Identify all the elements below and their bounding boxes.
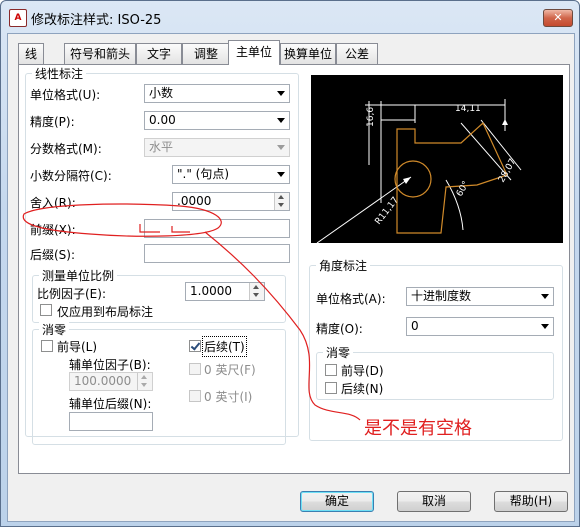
- preview-dim-angle: 60°: [455, 180, 472, 199]
- precision-label: 精度(P):: [30, 115, 75, 129]
- annotation-text: 是不是有空格: [364, 418, 472, 439]
- subunit-factor-stepper: 100.0000: [69, 372, 153, 391]
- unit-format-value: 小数: [149, 86, 174, 100]
- trailing-zero-label: 后续(T): [202, 336, 247, 357]
- scale-factor-value: 1.0000: [190, 284, 232, 298]
- measurement-scale-label: 测量单位比例: [39, 267, 118, 284]
- decimal-separator-combo[interactable]: "." (句点): [172, 165, 290, 184]
- round-off-stepper[interactable]: .0000: [172, 192, 290, 211]
- tab-text[interactable]: 文字: [136, 43, 182, 64]
- angular-trailing-label: 后续(N): [341, 382, 384, 396]
- precision-combo[interactable]: 0.00: [144, 111, 290, 130]
- preview-dim-left: 16,6: [366, 107, 376, 127]
- chevron-down-icon: [541, 294, 549, 299]
- linear-group-label: 线性标注: [32, 65, 87, 82]
- suffix-label: 后缀(S):: [30, 248, 76, 262]
- tab-symbols-arrows[interactable]: 符号和箭头: [64, 43, 136, 64]
- primary-units-panel: 线性标注 单位格式(U): 小数 精度(P): 0.00 分数格式(M): 水平…: [18, 64, 570, 474]
- angular-trailing-checkbox[interactable]: [325, 382, 337, 394]
- subunit-suffix-input[interactable]: [69, 412, 153, 431]
- tab-fit[interactable]: 调整: [182, 43, 230, 64]
- help-button[interactable]: 帮助(H): [494, 491, 568, 512]
- dimension-preview: 14,11 16,6 28,07 60° R11,17: [311, 75, 563, 244]
- fraction-format-value: 水平: [149, 140, 174, 154]
- preview-drawing: 14,11 16,6 28,07 60° R11,17: [316, 99, 522, 244]
- spin-arrows-icon[interactable]: [274, 193, 289, 210]
- zero-suppression-group: 消零 前导(L) 后续(T) 辅单位因子(B): 100.0000 0 英尺(F…: [32, 321, 286, 445]
- decimal-separator-label: 小数分隔符(C):: [30, 169, 112, 183]
- prefix-label: 前缀(X):: [30, 223, 76, 237]
- scale-factor-stepper[interactable]: 1.0000: [185, 282, 265, 301]
- angular-zero-suppression-group: 消零 前导(D) 后续(N): [316, 344, 554, 400]
- tab-tolerances[interactable]: 公差: [336, 43, 378, 64]
- scale-factor-label: 比例因子(E):: [37, 287, 106, 301]
- cancel-button[interactable]: 取消: [397, 491, 471, 512]
- feet-label: 0 英尺(F): [204, 363, 256, 377]
- tab-primary-units[interactable]: 主单位: [228, 40, 280, 65]
- inches-label: 0 英寸(I): [204, 390, 253, 404]
- title-bar[interactable]: A 修改标注样式: ISO-25 ✕: [1, 1, 579, 33]
- angular-precision-combo[interactable]: 0: [406, 317, 554, 336]
- suffix-input[interactable]: [144, 244, 290, 263]
- leading-zero-checkbox[interactable]: [41, 340, 53, 352]
- inches-checkbox: [189, 390, 201, 402]
- measurement-scale-group: 测量单位比例 比例因子(E): 1.0000 仅应用到布局标注: [32, 267, 286, 323]
- fraction-format-label: 分数格式(M):: [30, 142, 102, 156]
- angular-precision-value: 0: [411, 319, 419, 333]
- subunit-factor-value: 100.0000: [74, 374, 132, 388]
- spin-arrows-icon[interactable]: [249, 283, 264, 300]
- angular-leading-label: 前导(D): [341, 364, 384, 378]
- angular-zero-suppression-label: 消零: [323, 344, 354, 361]
- tab-lines[interactable]: 线: [18, 43, 44, 64]
- round-off-value: .0000: [177, 194, 212, 208]
- leading-zero-label: 前导(L): [57, 340, 98, 354]
- angular-unit-format-label: 单位格式(A):: [316, 292, 386, 306]
- precision-value: 0.00: [149, 113, 176, 127]
- zero-suppression-label: 消零: [39, 321, 70, 338]
- feet-checkbox: [189, 363, 201, 375]
- chevron-down-icon: [277, 145, 285, 150]
- spin-arrows-icon: [137, 373, 152, 390]
- angular-group-label: 角度标注: [316, 257, 371, 274]
- chevron-down-icon: [277, 118, 285, 123]
- chevron-down-icon: [277, 172, 285, 177]
- subunit-suffix-label: 辅单位后缀(N):: [69, 397, 152, 411]
- ok-button[interactable]: 确定: [300, 491, 374, 512]
- tab-alternate-units[interactable]: 换算单位: [280, 43, 336, 64]
- preview-dim-top: 14,11: [455, 104, 481, 114]
- angular-precision-label: 精度(O):: [316, 322, 363, 336]
- layout-only-label: 仅应用到布局标注: [57, 305, 154, 319]
- autocad-app-icon: A: [9, 9, 27, 27]
- close-button[interactable]: ✕: [543, 9, 573, 27]
- angular-unit-format-value: 十进制度数: [411, 289, 472, 303]
- angular-unit-format-combo[interactable]: 十进制度数: [406, 287, 554, 306]
- trailing-zero-checkbox[interactable]: [189, 340, 201, 352]
- chevron-down-icon: [541, 324, 549, 329]
- unit-format-label: 单位格式(U):: [30, 88, 101, 102]
- fraction-format-combo: 水平: [144, 138, 290, 157]
- angular-leading-checkbox[interactable]: [325, 364, 337, 376]
- dialog-client: 线 符号和箭头 文字 调整 主单位 换算单位 公差 线性标注 单位格式(U): …: [7, 33, 575, 522]
- subunit-factor-label: 辅单位因子(B):: [69, 358, 151, 372]
- decimal-separator-value: "." (句点): [177, 167, 230, 181]
- unit-format-combo[interactable]: 小数: [144, 84, 290, 103]
- layout-only-checkbox[interactable]: [40, 304, 52, 316]
- dialog-window: A 修改标注样式: ISO-25 ✕ 线 符号和箭头 文字 调整 主单位 换算单…: [0, 0, 580, 527]
- linear-dimensions-group: 线性标注 单位格式(U): 小数 精度(P): 0.00 分数格式(M): 水平…: [25, 65, 299, 445]
- prefix-input[interactable]: [144, 219, 290, 238]
- window-title: 修改标注样式: ISO-25: [31, 13, 162, 28]
- round-off-label: 舍入(R):: [30, 196, 76, 210]
- chevron-down-icon: [277, 91, 285, 96]
